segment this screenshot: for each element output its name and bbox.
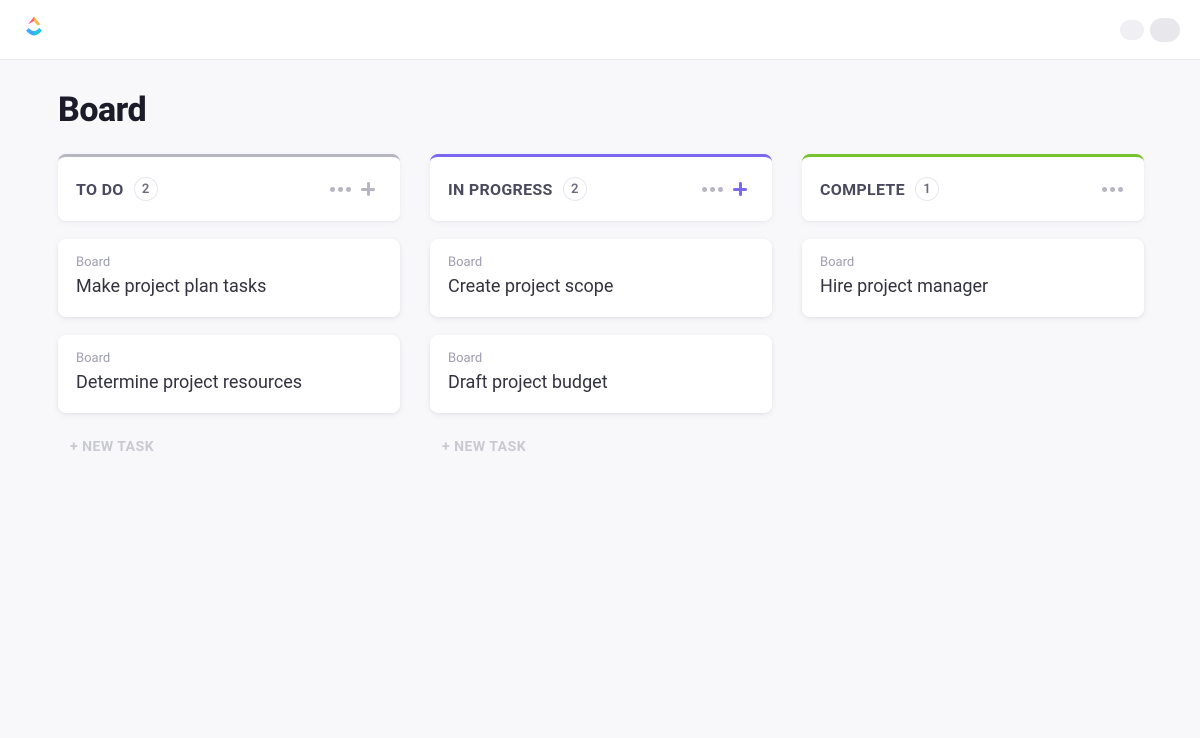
app-logo [20,14,48,46]
top-bar [0,0,1200,60]
column-count-badge: 2 [134,177,158,201]
column-count-badge: 1 [915,177,939,201]
task-card[interactable]: Board Hire project manager [802,239,1144,317]
column-title: TO DO [76,180,124,199]
task-card-title: Make project plan tasks [76,276,382,297]
clickup-logo-icon [20,14,48,42]
more-icon [330,187,351,192]
task-card[interactable]: Board Draft project budget [430,335,772,413]
board-column: TO DO 2 Board Make project plan tasks Board D… [58,154,400,463]
top-bar-actions [1120,18,1180,42]
task-card-title: Draft project budget [448,372,754,393]
column-more-button[interactable] [698,175,726,203]
topbar-placeholder-button-2[interactable] [1150,18,1180,42]
new-task-button[interactable]: + NEW TASK [58,431,400,463]
page-title: Board [58,90,1142,130]
task-card[interactable]: Board Make project plan tasks [58,239,400,317]
board-column: IN PROGRESS2BoardCreate project scopeBoa… [430,154,772,463]
task-card-label: Board [448,255,754,270]
column-header: COMPLETE 1 [802,154,1144,221]
task-card-title: Determine project resources [76,372,382,393]
task-card-label: Board [76,255,382,270]
task-card-label: Board [76,351,382,366]
column-more-button[interactable] [1098,175,1126,203]
more-icon [702,187,723,192]
board-columns: TO DO 2 Board Make project plan tasks Board D… [58,154,1142,463]
task-card-title: Hire project manager [820,276,1126,297]
plus-icon [360,181,376,197]
column-add-button[interactable] [726,175,754,203]
column-more-button[interactable] [326,175,354,203]
column-add-button[interactable] [354,175,382,203]
plus-icon [732,181,748,197]
task-card[interactable]: Board Create project scope [430,239,772,317]
task-card[interactable]: Board Determine project resources [58,335,400,413]
new-task-button[interactable]: + NEW TASK [430,431,772,463]
workspace: Board TO DO 2 Board Make project plan tasks… [0,60,1200,738]
task-card-label: Board [820,255,1126,270]
board-column: COMPLETE 1 Board Hire project manager [802,154,1144,463]
column-header: IN PROGRESS 2 [430,154,772,221]
task-card-label: Board [448,351,754,366]
column-header: TO DO 2 [58,154,400,221]
column-title: IN PROGRESS [448,180,553,199]
more-icon [1102,187,1123,192]
topbar-placeholder-button-1[interactable] [1120,20,1144,40]
column-count-badge: 2 [563,177,587,201]
task-card-title: Create project scope [448,276,754,297]
column-title: COMPLETE [820,180,905,199]
